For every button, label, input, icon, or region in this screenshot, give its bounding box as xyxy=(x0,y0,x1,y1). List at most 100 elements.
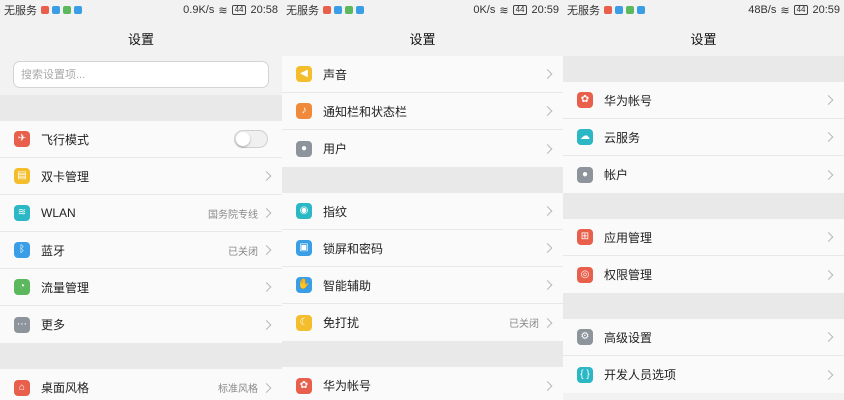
item-label: 帐户 xyxy=(604,168,629,182)
carrier-text: 无服务 xyxy=(286,5,319,17)
settings-item-huawei-id[interactable]: ✿ 华为帐号 xyxy=(563,82,844,119)
account-icon: ● xyxy=(577,166,593,183)
chevron-right-icon xyxy=(261,282,272,292)
gear-icon: ⚙ xyxy=(577,329,593,345)
chevron-right-icon xyxy=(823,232,834,242)
settings-item-home-style[interactable]: ⌂ 桌面风格 标准风格 xyxy=(0,369,282,400)
item-label: 指纹 xyxy=(323,204,348,219)
item-label: 云服务 xyxy=(604,130,641,145)
net-speed: 0K/s xyxy=(473,4,496,16)
battery-icon: 44 xyxy=(231,5,247,15)
notification-icon xyxy=(41,6,49,14)
item-label: 用户 xyxy=(323,142,348,156)
settings-item-huawei-id[interactable]: ✿ 华为帐号 xyxy=(282,367,563,400)
settings-item-permissions[interactable]: ◎ 权限管理 xyxy=(563,256,844,293)
settings-group: ✈ 飞行模式 ▤ 双卡管理 ≋ WLAN 国务院专线 ᛒ 蓝牙 已关闭 ◔ 流量… xyxy=(0,121,282,343)
search-input[interactable] xyxy=(21,68,261,81)
notification-icon xyxy=(356,6,364,14)
airplane-mode-toggle[interactable] xyxy=(234,130,268,148)
item-label: 通知栏和状态栏 xyxy=(323,104,408,119)
settings-item-cloud[interactable]: ☁ 云服务 xyxy=(563,119,844,156)
user-icon: ● xyxy=(296,140,312,157)
settings-item-users[interactable]: ● 用户 xyxy=(282,130,563,167)
settings-item-more[interactable]: ⋯ 更多 xyxy=(0,306,282,343)
status-bar: 无服务 0.9K/s ≋ 44 20:58 xyxy=(0,0,282,20)
chevron-right-icon xyxy=(542,106,553,116)
notification-icon xyxy=(615,6,623,14)
settings-item-notifications[interactable]: ♪ 通知栏和状态栏 xyxy=(282,93,563,130)
chevron-right-icon xyxy=(261,382,272,393)
notification-icon xyxy=(637,6,645,14)
notification-icon xyxy=(626,6,634,14)
chevron-right-icon xyxy=(542,143,553,154)
chevron-right-icon xyxy=(542,380,553,391)
item-value: 已关闭 xyxy=(228,246,258,258)
settings-panel-2: 无服务 0K/s ≋ 44 20:59 设置 ◀ 声音 ♪ 通知栏和状态栏 ● … xyxy=(282,0,563,400)
item-label: 应用管理 xyxy=(604,230,653,245)
item-label: 华为帐号 xyxy=(604,93,653,108)
notification-icon xyxy=(63,6,71,14)
search-box[interactable] xyxy=(13,61,269,88)
settings-item-accounts[interactable]: ● 帐户 xyxy=(563,156,844,193)
item-label: 权限管理 xyxy=(604,268,653,282)
chevron-right-icon xyxy=(542,69,553,79)
wifi-signal-icon: ≋ xyxy=(218,4,228,17)
notification-icon xyxy=(74,6,82,14)
sound-icon: ◀ xyxy=(296,66,312,82)
moon-icon: ☾ xyxy=(296,314,312,331)
settings-group: ✿ 华为帐号 xyxy=(282,367,563,400)
net-speed: 48B/s xyxy=(748,4,777,16)
settings-item-data-usage[interactable]: ◔ 流量管理 xyxy=(0,269,282,306)
settings-item-dual-sim[interactable]: ▤ 双卡管理 xyxy=(0,158,282,195)
cloud-icon: ☁ xyxy=(577,129,593,145)
item-label: 智能辅助 xyxy=(323,278,372,293)
settings-item-advanced[interactable]: ⚙ 高级设置 xyxy=(563,319,844,356)
fingerprint-icon: ◉ xyxy=(296,203,312,219)
item-label: 开发人员选项 xyxy=(604,368,677,382)
settings-group: ✿ 华为帐号 ☁ 云服务 ● 帐户 xyxy=(563,82,844,193)
wifi-icon: ≋ xyxy=(14,205,30,221)
settings-item-smart-assist[interactable]: ✋ 智能辅助 xyxy=(282,267,563,304)
settings-item-fingerprint[interactable]: ◉ 指纹 xyxy=(282,193,563,230)
group-divider xyxy=(0,343,282,369)
settings-group: ⊞ 应用管理 ◎ 权限管理 xyxy=(563,219,844,293)
item-label: 华为帐号 xyxy=(323,379,372,393)
settings-item-apps[interactable]: ⊞ 应用管理 xyxy=(563,219,844,256)
home-icon: ⌂ xyxy=(14,379,30,396)
settings-group: ⚙ 高级设置 { } 开发人员选项 xyxy=(563,319,844,393)
item-label: 更多 xyxy=(41,318,66,332)
settings-item-developer[interactable]: { } 开发人员选项 xyxy=(563,356,844,393)
chevron-right-icon xyxy=(823,269,834,280)
data-usage-icon: ◔ xyxy=(14,279,30,295)
chevron-right-icon xyxy=(261,319,272,330)
chevron-right-icon xyxy=(542,206,553,216)
settings-item-lock-screen[interactable]: ▣ 锁屏和密码 xyxy=(282,230,563,267)
group-divider xyxy=(563,193,844,219)
settings-item-airplane-mode: ✈ 飞行模式 xyxy=(0,121,282,158)
hand-icon: ✋ xyxy=(296,277,312,293)
sim-card-icon: ▤ xyxy=(14,168,30,184)
item-label: 声音 xyxy=(323,67,348,82)
page-title: 设置 xyxy=(690,31,717,47)
page-title: 设置 xyxy=(409,31,436,47)
airplane-icon: ✈ xyxy=(14,131,30,147)
huawei-icon: ✿ xyxy=(577,92,593,108)
net-speed: 0.9K/s xyxy=(183,4,215,16)
settings-item-wlan[interactable]: ≋ WLAN 国务院专线 xyxy=(0,195,282,232)
status-bar: 无服务 0K/s ≋ 44 20:59 xyxy=(282,0,563,20)
notification-icon xyxy=(345,6,353,14)
chevron-right-icon xyxy=(823,369,834,380)
permission-icon: ◎ xyxy=(577,266,593,283)
bluetooth-icon: ᛒ xyxy=(14,242,30,258)
settings-group: ◉ 指纹 ▣ 锁屏和密码 ✋ 智能辅助 ☾ 免打扰 已关闭 xyxy=(282,193,563,341)
group-divider xyxy=(563,56,844,82)
chevron-right-icon xyxy=(542,243,553,253)
settings-item-sound[interactable]: ◀ 声音 xyxy=(282,56,563,93)
settings-group: ⌂ 桌面风格 标准风格 xyxy=(0,369,282,400)
settings-item-bluetooth[interactable]: ᛒ 蓝牙 已关闭 xyxy=(0,232,282,269)
carrier-text: 无服务 xyxy=(567,5,600,17)
chevron-right-icon xyxy=(823,332,834,342)
wifi-signal-icon: ≋ xyxy=(780,4,790,17)
item-label: 流量管理 xyxy=(41,280,90,295)
settings-item-do-not-disturb[interactable]: ☾ 免打扰 已关闭 xyxy=(282,304,563,341)
